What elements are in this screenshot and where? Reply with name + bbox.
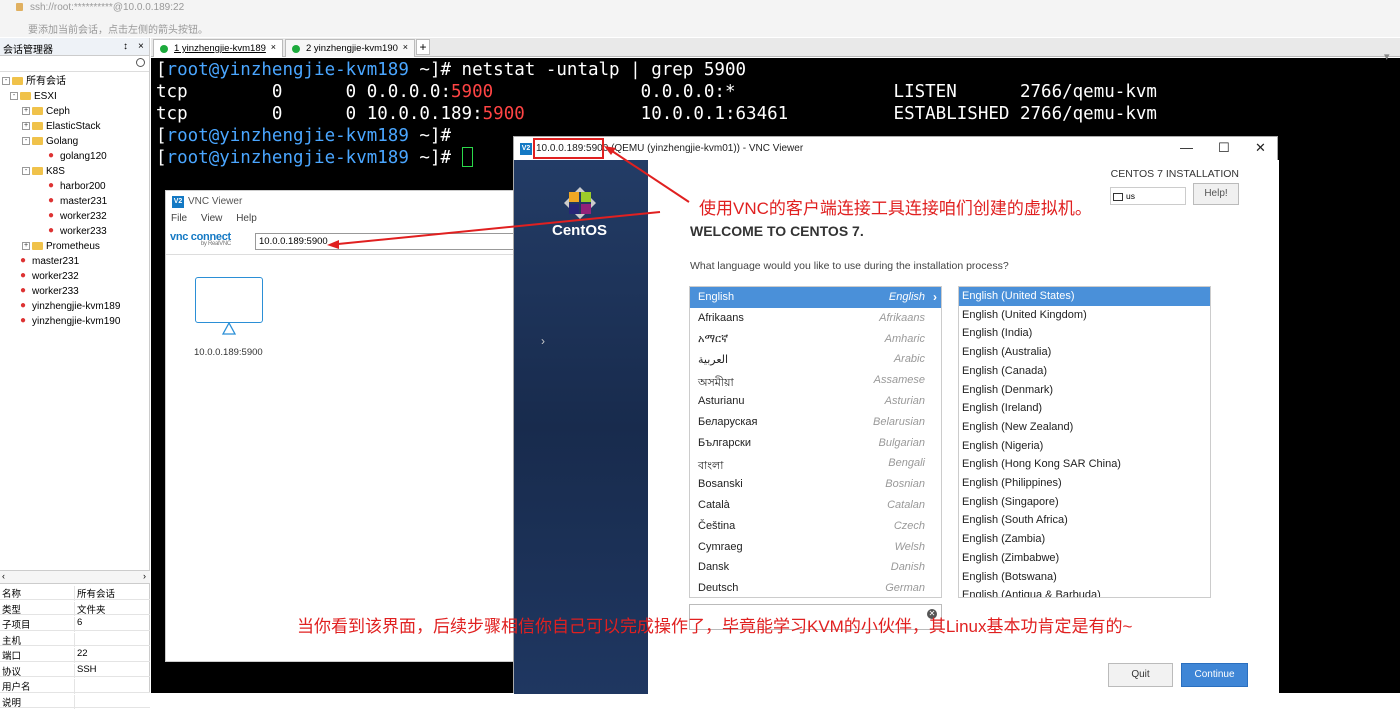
annotation-followup: 当你看到该界面，后续步骤相信你自己可以完成操作了，毕竟能学习KVM的小伙伴，其L…: [297, 612, 1132, 637]
arrow-to-address: [338, 212, 660, 244]
arrow-to-title: [612, 151, 689, 202]
divider: [74, 695, 75, 709]
annotation-connect: 使用VNC的客户端连接工具连接咱们创建的虚拟机。: [699, 194, 1092, 219]
property-key: 说明: [2, 695, 21, 709]
annotation-arrows: [0, 0, 1400, 693]
property-row: 说明: [0, 693, 150, 709]
arrowhead-icon: [327, 240, 339, 249]
